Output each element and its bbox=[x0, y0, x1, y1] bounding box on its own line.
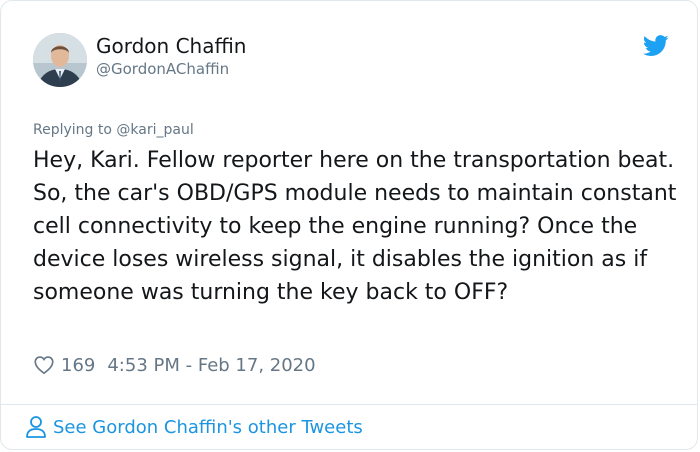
person-icon bbox=[26, 416, 46, 438]
tweet-text: Hey, Kari. Fellow reporter here on the t… bbox=[33, 148, 677, 305]
tweet-meta: 169 4:53 PM - Feb 17, 2020 bbox=[33, 352, 316, 378]
avatar[interactable] bbox=[33, 33, 87, 87]
embedded-tweet-card: Gordon Chaffin @GordonAChaffin Replying … bbox=[0, 0, 698, 450]
replying-to-handle[interactable]: @kari_paul bbox=[116, 122, 193, 138]
replying-to-prefix: Replying to bbox=[33, 122, 112, 138]
twitter-bird-icon[interactable] bbox=[642, 35, 669, 57]
replying-to: Replying to @kari_paul bbox=[33, 122, 194, 138]
see-other-tweets-label[interactable]: See Gordon Chaffin's other Tweets bbox=[53, 417, 363, 438]
author-name[interactable]: Gordon Chaffin bbox=[96, 34, 246, 58]
tweet-timestamp[interactable]: 4:53 PM - Feb 17, 2020 bbox=[107, 355, 315, 376]
see-other-tweets-link[interactable]: See Gordon Chaffin's other Tweets bbox=[25, 415, 363, 439]
divider bbox=[1, 404, 697, 405]
author-handle[interactable]: @GordonAChaffin bbox=[96, 60, 229, 78]
like-count[interactable]: 169 bbox=[61, 355, 95, 376]
avatar-image bbox=[33, 33, 87, 87]
heart-icon[interactable] bbox=[33, 354, 55, 376]
